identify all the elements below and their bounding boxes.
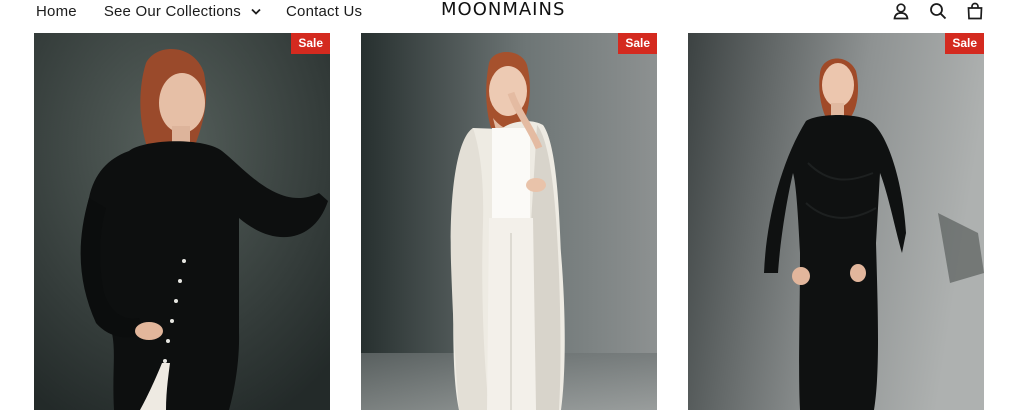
product-card[interactable]: Sale [688,33,984,410]
site-logo[interactable]: MOONMAINS [441,0,565,21]
sale-badge: Sale [945,33,984,54]
product-card[interactable]: Sale [361,33,657,410]
account-icon[interactable] [892,2,910,20]
site-header: Home See Our Collections Contact Us MOON… [0,0,1024,32]
product-image [688,33,984,410]
nav-contact-link[interactable]: Contact Us [286,3,362,20]
product-card[interactable]: Sale [34,33,330,410]
sale-badge: Sale [291,33,330,54]
header-icons [892,0,984,22]
product-image [361,33,657,410]
main-nav: Home See Our Collections Contact Us [36,0,362,22]
product-grid: Sale Sale Sale [0,33,1024,410]
search-icon[interactable] [929,2,947,20]
cart-icon[interactable] [966,2,984,20]
nav-collections-label: See Our Collections [103,2,242,20]
nav-collections-link[interactable]: See Our Collections [104,3,261,20]
sale-badge: Sale [618,33,657,54]
nav-home-link[interactable]: Home [36,3,77,20]
product-image [34,33,330,410]
chevron-down-icon [251,8,261,15]
